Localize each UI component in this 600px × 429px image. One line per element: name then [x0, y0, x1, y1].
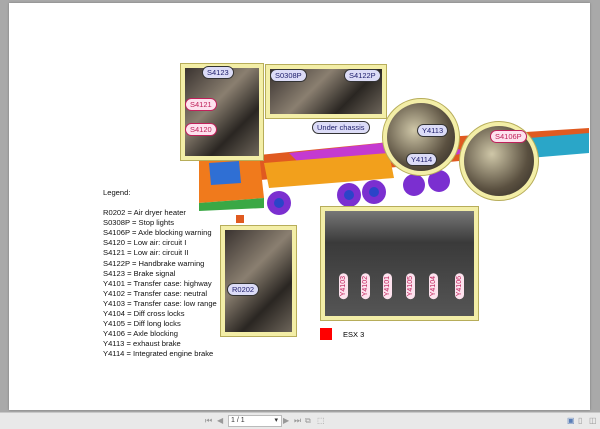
esx-color-swatch	[320, 328, 332, 340]
esx-label: ESX 3	[343, 330, 365, 339]
legend-item: S4120 = Low air: circuit I	[103, 238, 187, 248]
legend-item: S4123 = Brake signal	[103, 268, 176, 278]
legend-item: Y4105 = Diff long locks	[103, 319, 181, 329]
previous-page-icon[interactable]: ◀	[217, 416, 223, 425]
label-s4122p: S4122P	[344, 69, 381, 82]
label-s0308p: S0308P	[270, 69, 307, 82]
legend-item: R0202 = Air dryer heater	[103, 208, 186, 218]
label-valve: Y4104	[429, 273, 438, 300]
legend-item: S4106P = Axle blocking warning	[103, 228, 212, 238]
label-s4121: S4121	[185, 98, 217, 111]
label-s4106p: S4106P	[490, 130, 527, 143]
photo-air-dryer	[220, 225, 297, 337]
first-page-icon[interactable]: ⏮	[205, 416, 212, 426]
label-y4114: Y4114	[406, 153, 438, 166]
legend-item: Y4106 = Axle blocking	[103, 329, 178, 339]
photo-valve-block	[320, 206, 479, 321]
label-s4123: S4123	[202, 66, 234, 79]
label-valve: Y4106	[455, 273, 464, 300]
legend-item: Y4113 = exhaust brake	[103, 339, 181, 349]
label-under-chassis: Under chassis	[312, 121, 370, 134]
legend-item: S0308P = Stop lights	[103, 218, 174, 228]
label-y4113: Y4113	[417, 124, 449, 137]
legend-item: Y4102 = Transfer case: neutral	[103, 288, 208, 298]
next-page-icon[interactable]: ▶	[283, 416, 289, 425]
single-page-view-icon[interactable]: ▣	[567, 416, 575, 425]
facing-view-icon[interactable]: ◫	[589, 416, 597, 425]
label-valve: Y4101	[383, 273, 392, 300]
document-page: S4123 S4121 S4120 S0308P S4122P Under ch…	[9, 3, 590, 410]
legend-item: S4121 = Low air: circuit II	[103, 248, 189, 258]
fit-page-icon[interactable]: ⬚	[317, 416, 325, 425]
copy-icon[interactable]: ⧉	[305, 416, 311, 426]
label-valve: Y4102	[361, 273, 370, 300]
label-valve: Y4103	[339, 273, 348, 300]
continuous-view-icon[interactable]: ▯	[578, 416, 582, 425]
label-s4120: S4120	[185, 123, 217, 136]
legend-item: Y4104 = Diff cross locks	[103, 309, 185, 319]
legend-item: Y4101 = Transfer case: highway	[103, 278, 212, 288]
page-number-value: 1 / 1	[231, 417, 245, 424]
legend-title: Legend:	[103, 188, 131, 197]
chevron-down-icon[interactable]: ▾	[274, 416, 278, 426]
page-number-input[interactable]: 1 / 1 ▾	[228, 415, 282, 427]
legend: Legend: R0202 = Air dryer heater S0308P …	[103, 188, 217, 360]
legend-item: S4122P = Handbrake warning	[103, 258, 205, 268]
legend-item: Y4114 = Integrated engine brake	[103, 349, 214, 359]
label-valve: Y4105	[406, 273, 415, 300]
legend-item: Y4103 = Transfer case: low range	[103, 298, 217, 308]
label-r0202: R0202	[227, 283, 260, 296]
viewer-toolbar: ⏮ ◀ 1 / 1 ▾ ▶ ⏭ ⧉ ⬚ ▣ ▯ ◫	[0, 412, 600, 429]
last-page-icon[interactable]: ⏭	[294, 416, 301, 426]
